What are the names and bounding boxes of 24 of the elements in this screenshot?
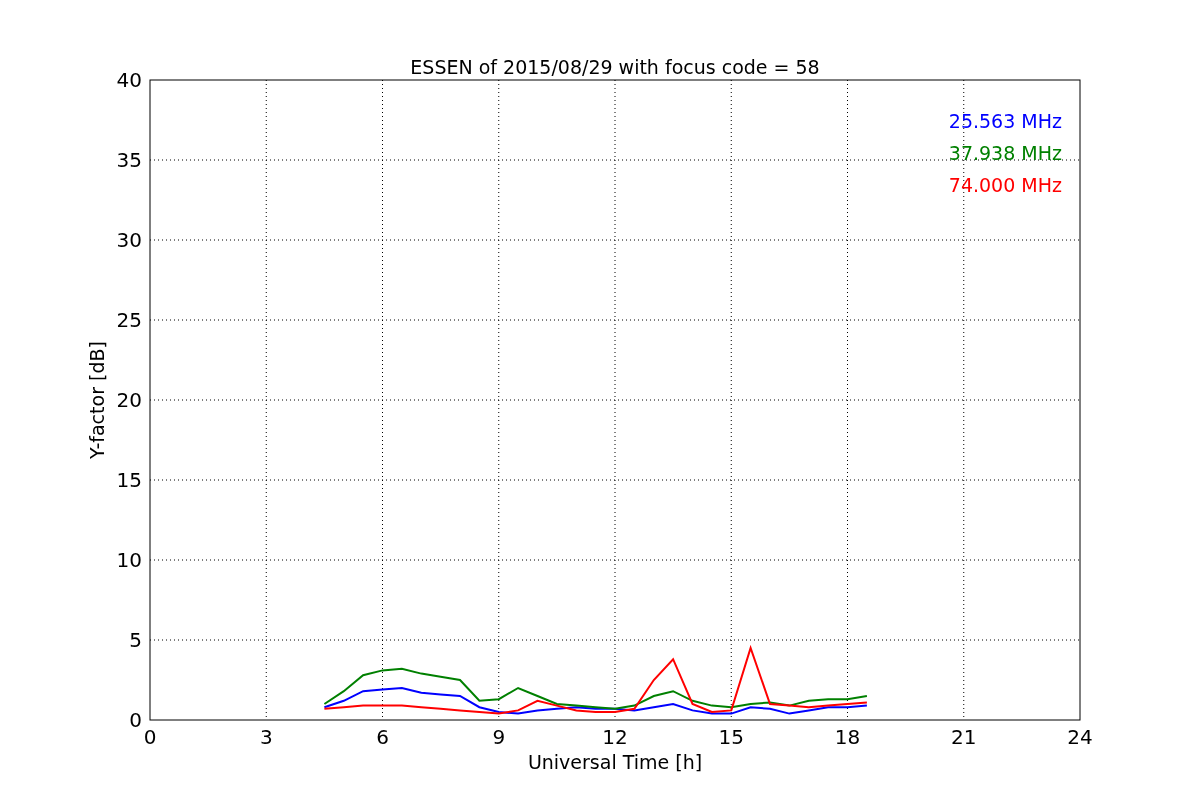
chart-title: ESSEN of 2015/08/29 with focus code = 58 <box>410 56 820 78</box>
tick-label: 40 <box>116 68 142 92</box>
tick-label: 12 <box>602 725 628 749</box>
legend-label: 25.563 MHz <box>948 110 1062 132</box>
axis-label: Y-factor [dB] <box>86 341 108 459</box>
tick-label: 5 <box>129 628 142 652</box>
tick-label: 0 <box>129 708 142 732</box>
tick-label: 20 <box>116 388 142 412</box>
tick-label: 10 <box>116 548 142 572</box>
tick-label: 24 <box>1067 725 1093 749</box>
tick-label: 9 <box>492 725 506 749</box>
tick-label: 30 <box>116 228 142 252</box>
axis-label: Universal Time [h] <box>527 751 703 773</box>
tick-label: 21 <box>951 725 977 749</box>
tick-label: 25 <box>116 308 142 332</box>
legend-label: 74.000 MHz <box>948 174 1062 196</box>
tick-label: 18 <box>834 725 861 749</box>
tick-label: 15 <box>718 725 744 749</box>
tick-label: 35 <box>116 148 142 172</box>
tick-label: 15 <box>116 468 142 492</box>
tick-label: 6 <box>376 725 389 749</box>
legend-label: 37.938 MHz <box>948 142 1062 164</box>
tick-label: 0 <box>143 725 157 749</box>
tick-label: 3 <box>259 725 273 749</box>
